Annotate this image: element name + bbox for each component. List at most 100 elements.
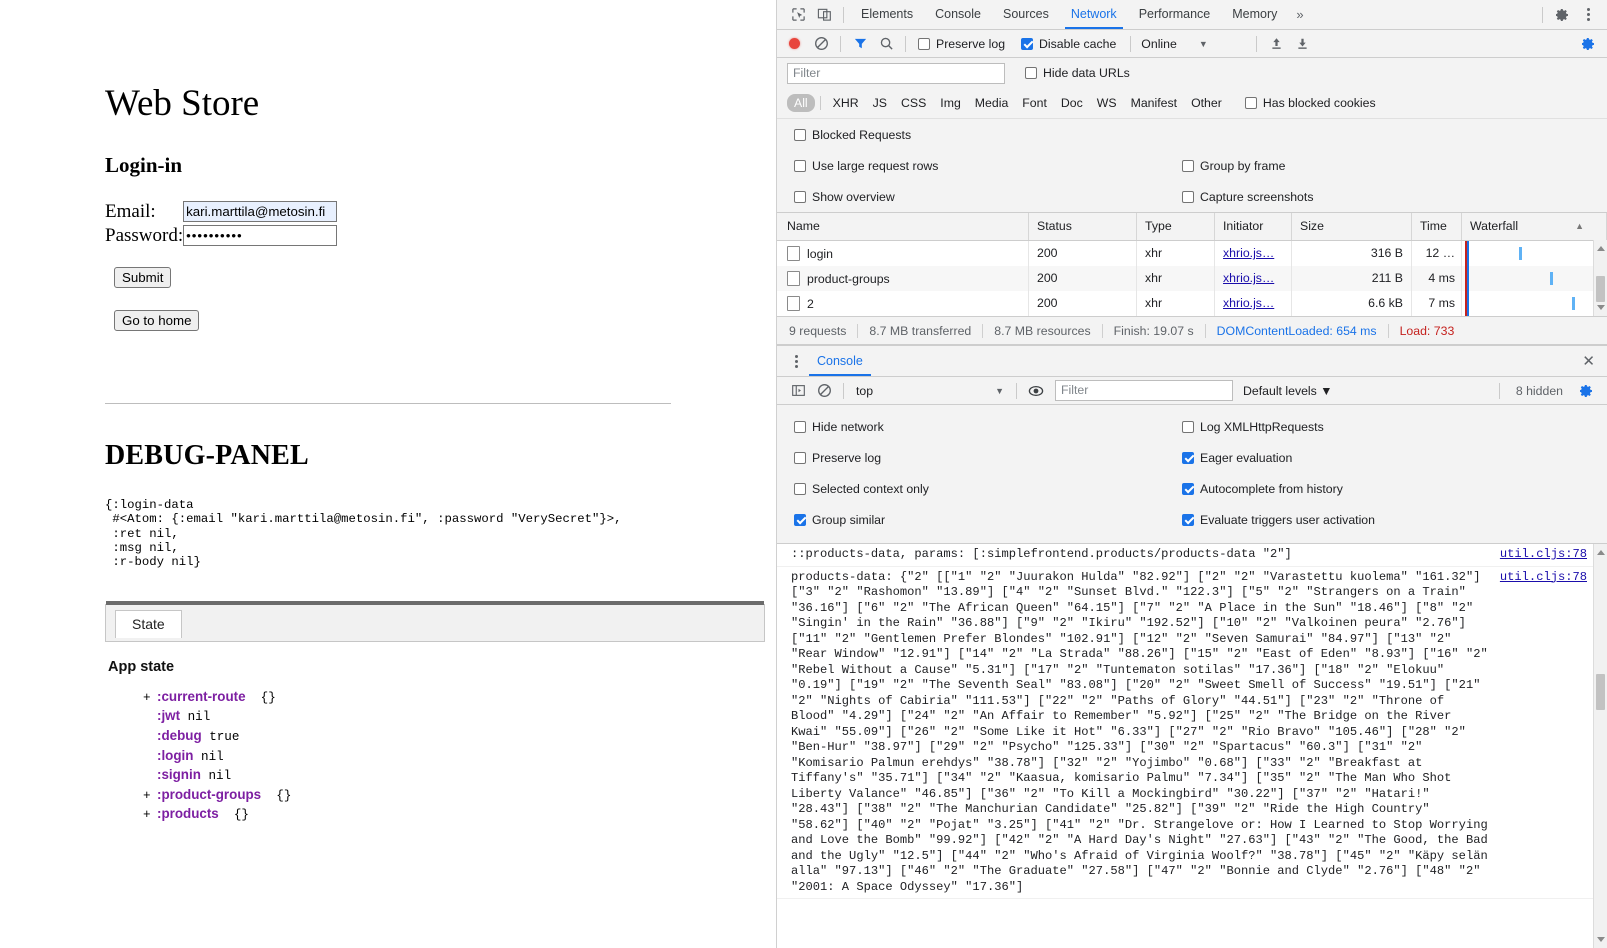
disable-cache-checkbox[interactable]: Disable cache [1021, 37, 1116, 51]
email-field[interactable] [183, 201, 338, 223]
blocked-requests-checkbox[interactable]: Blocked Requests [794, 128, 911, 142]
type-chip-other[interactable]: Other [1184, 94, 1229, 112]
column-header-name[interactable]: Name [777, 213, 1029, 240]
device-toolbar-icon[interactable] [811, 3, 837, 27]
tab-memory[interactable]: Memory [1221, 0, 1288, 29]
type-chip-doc[interactable]: Doc [1054, 94, 1090, 112]
scroll-up-icon[interactable] [1597, 246, 1605, 251]
checkbox-box[interactable] [794, 420, 806, 433]
chevron-down-icon[interactable]: ▼ [995, 386, 1004, 396]
has-blocked-cookies-checkbox[interactable]: Has blocked cookies [1244, 96, 1376, 110]
checkbox-box[interactable] [1182, 190, 1194, 203]
close-icon[interactable]: ✕ [1582, 354, 1595, 369]
network-settings-gear-icon[interactable] [1575, 32, 1601, 56]
selected-context-only-checkbox[interactable]: Selected context only [794, 482, 929, 496]
tab-state[interactable]: State [115, 609, 182, 638]
state-row[interactable]: :signin nil [143, 766, 776, 786]
column-header-waterfall[interactable]: Waterfall ▲ [1462, 213, 1607, 240]
password-field[interactable] [183, 225, 338, 247]
hidden-messages-count[interactable]: 8 hidden [1506, 384, 1573, 398]
autocomplete-from-history-checkbox[interactable]: Autocomplete from history [1182, 482, 1343, 496]
console-messages-list[interactable]: ::products-data, params: [:simplefronten… [777, 544, 1607, 948]
type-chip-css[interactable]: CSS [894, 94, 933, 112]
state-row[interactable]: :debug true [143, 727, 776, 747]
more-tabs-icon[interactable]: » [1288, 7, 1311, 22]
console-preserve-log-checkbox[interactable]: Preserve log [794, 451, 881, 465]
clear-console-icon[interactable] [811, 379, 837, 403]
table-row[interactable]: login 200 xhr xhrio.js… 316 B 12 … [777, 241, 1607, 266]
gear-icon[interactable] [1549, 3, 1575, 27]
type-chip-all[interactable]: All [787, 94, 815, 112]
execution-context-select[interactable]: top ▼ [850, 384, 1010, 398]
expander-icon[interactable]: + [143, 690, 157, 708]
network-filter-input[interactable]: Filter [787, 62, 1005, 84]
sort-ascending-icon[interactable]: ▲ [1575, 213, 1584, 240]
console-filter-input[interactable]: Filter [1055, 380, 1233, 401]
type-chip-media[interactable]: Media [968, 94, 1016, 112]
tab-elements[interactable]: Elements [850, 0, 924, 29]
chevron-down-icon[interactable]: ▼ [1199, 39, 1208, 49]
request-initiator-link[interactable]: xhrio.js… [1223, 246, 1274, 260]
column-header-status[interactable]: Status [1029, 213, 1137, 240]
devtools-more-options-icon[interactable] [1579, 8, 1597, 21]
state-row[interactable]: :login nil [143, 747, 776, 767]
hide-data-urls-checkbox[interactable]: Hide data URLs [1025, 66, 1130, 80]
console-message-source-link[interactable]: util.cljs:78 [1500, 547, 1587, 563]
checkbox-box[interactable] [794, 190, 806, 203]
checkbox-box[interactable] [1182, 513, 1194, 526]
scrollbar-thumb[interactable] [1596, 276, 1605, 302]
tab-console-drawer[interactable]: Console [805, 346, 875, 376]
checkbox-box[interactable] [794, 513, 806, 526]
go-to-home-button[interactable]: Go to home [114, 309, 200, 331]
checkbox-box[interactable] [918, 37, 930, 50]
state-row[interactable]: +:product-groups {} [143, 786, 776, 806]
checkbox-box[interactable] [1182, 451, 1194, 464]
group-similar-checkbox[interactable]: Group similar [794, 513, 885, 527]
tab-console[interactable]: Console [924, 0, 992, 29]
type-chip-img[interactable]: Img [933, 94, 968, 112]
console-settings-gear-icon[interactable] [1573, 379, 1599, 403]
record-button[interactable] [789, 38, 800, 49]
checkbox-box[interactable] [794, 482, 806, 495]
column-header-size[interactable]: Size [1292, 213, 1412, 240]
checkbox-box[interactable] [794, 159, 806, 172]
scrollbar-thumb[interactable] [1596, 674, 1605, 710]
type-chip-font[interactable]: Font [1015, 94, 1054, 112]
drawer-more-options-icon[interactable] [787, 354, 805, 368]
search-icon[interactable] [873, 32, 899, 56]
state-row[interactable]: +:products {} [143, 805, 776, 825]
checkbox-box[interactable] [1021, 37, 1034, 50]
checkbox-box[interactable] [794, 128, 806, 141]
network-scrollbar[interactable] [1593, 240, 1607, 316]
checkbox-box[interactable] [1182, 159, 1194, 172]
clear-icon[interactable] [808, 32, 834, 56]
console-sidebar-icon[interactable] [785, 379, 811, 403]
checkbox-box[interactable] [1244, 97, 1257, 109]
column-header-initiator[interactable]: Initiator [1215, 213, 1292, 240]
capture-screenshots-checkbox[interactable]: Capture screenshots [1182, 190, 1313, 204]
checkbox-box[interactable] [1182, 482, 1194, 495]
type-chip-js[interactable]: JS [866, 94, 894, 112]
type-chip-ws[interactable]: WS [1090, 94, 1124, 112]
show-overview-checkbox[interactable]: Show overview [794, 190, 895, 204]
console-message[interactable]: ::products-data, params: [:simplefronten… [777, 544, 1607, 567]
export-har-icon[interactable] [1289, 32, 1315, 56]
expander-icon[interactable]: + [143, 788, 157, 806]
preserve-log-checkbox[interactable]: Preserve log [918, 37, 1005, 51]
console-levels-select[interactable]: Default levels ▼ [1233, 384, 1342, 398]
throttling-select[interactable]: Online ▼ [1137, 37, 1250, 51]
group-by-frame-checkbox[interactable]: Group by frame [1182, 159, 1285, 173]
column-header-time[interactable]: Time [1412, 213, 1462, 240]
scroll-up-icon[interactable] [1597, 550, 1605, 555]
type-chip-manifest[interactable]: Manifest [1124, 94, 1184, 112]
checkbox-box[interactable] [1025, 67, 1037, 79]
tab-performance[interactable]: Performance [1128, 0, 1222, 29]
eager-evaluation-checkbox[interactable]: Eager evaluation [1182, 451, 1292, 465]
tab-sources[interactable]: Sources [992, 0, 1060, 29]
scroll-down-icon[interactable] [1597, 937, 1605, 942]
import-har-icon[interactable] [1263, 32, 1289, 56]
table-row[interactable]: product-groups 200 xhr xhrio.js… 211 B 4… [777, 266, 1607, 291]
use-large-request-rows-checkbox[interactable]: Use large request rows [794, 159, 938, 173]
state-row[interactable]: +:current-route {} [143, 688, 776, 708]
request-initiator-link[interactable]: xhrio.js… [1223, 271, 1274, 285]
